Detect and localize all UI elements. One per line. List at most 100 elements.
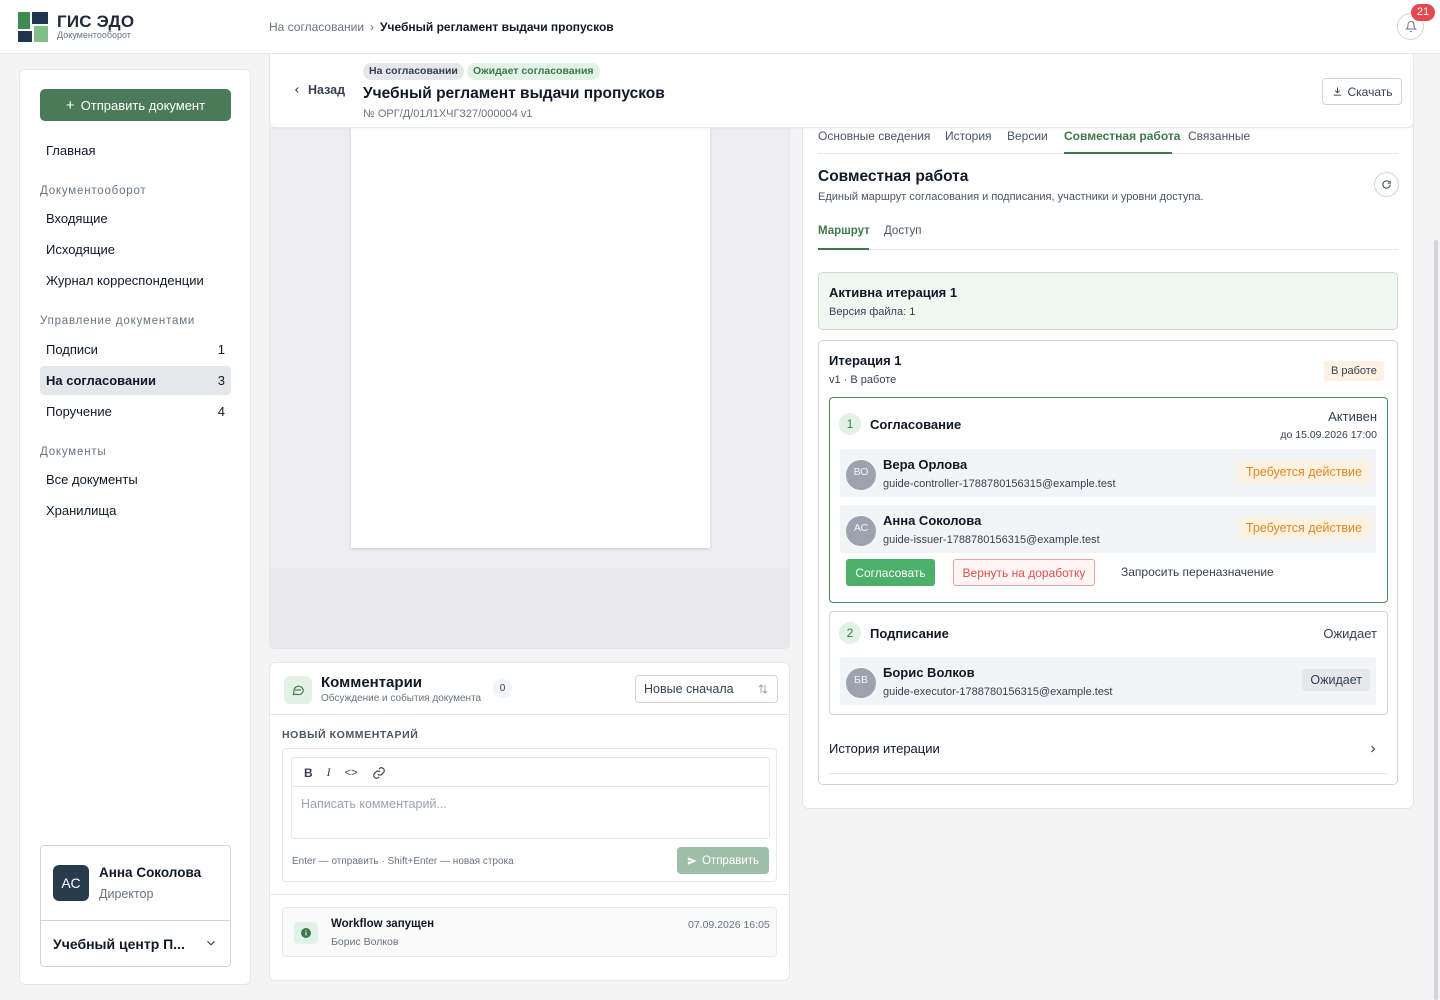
sidebar-item-label: Поручение — [46, 404, 112, 419]
comment-input[interactable]: Написать комментарий... — [291, 786, 770, 839]
stage-approval: 1 Согласование Активен до 15.09.2026 17:… — [829, 397, 1388, 603]
avatar: БВ — [846, 668, 876, 698]
sidebar-item-label: Главная — [46, 143, 96, 158]
send-icon — [687, 856, 697, 865]
bell-icon — [1404, 21, 1417, 32]
sidebar-item-all-documents[interactable]: Все документы — [40, 465, 231, 494]
refresh-button[interactable] — [1374, 172, 1399, 197]
bold-button[interactable]: B — [304, 766, 313, 780]
refresh-icon — [1382, 180, 1391, 189]
iteration-card: Итерация 1 v1 · В работе В работе 1 Согл… — [818, 340, 1398, 785]
sidebar-item-approval[interactable]: На согласовании 3 — [40, 366, 231, 395]
sidebar: + Отправить документ Главная Документооб… — [19, 69, 251, 985]
code-button[interactable]: <> — [345, 767, 358, 779]
tab-general[interactable]: Основные сведения — [818, 129, 930, 143]
scrollbar[interactable] — [1434, 240, 1438, 1000]
comments-subtitle: Обсуждение и события документа — [321, 693, 482, 704]
subtab-route[interactable]: Маршрут — [818, 225, 870, 237]
status-badge: Требуется действие — [1237, 517, 1370, 539]
list-item: БВ Борис Волков guide-executor-178878015… — [840, 657, 1376, 705]
breadcrumb-separator: › — [370, 20, 375, 34]
italic-button[interactable]: I — [327, 765, 331, 780]
sort-label: Новые сначала — [644, 682, 734, 696]
comment-editor: B I <> Написать комментарий... Enter — о… — [282, 748, 777, 882]
return-button[interactable]: Вернуть на доработку — [953, 559, 1095, 586]
sidebar-item-signatures[interactable]: Подписи 1 — [40, 335, 231, 364]
tab-versions[interactable]: Версии — [1007, 129, 1048, 143]
collaboration-panel: Основные сведения История Версии Совмест… — [802, 112, 1414, 809]
document-page — [351, 128, 710, 548]
status-badge: В работе — [1324, 361, 1384, 381]
sidebar-item-assignment[interactable]: Поручение 4 — [40, 397, 231, 426]
active-tab-indicator — [1064, 152, 1172, 154]
stage-status: Ожидает — [1323, 626, 1377, 641]
divider — [41, 920, 230, 921]
brand-subtitle: Документооборот — [57, 30, 131, 40]
sidebar-item-journal[interactable]: Журнал корреспонденции — [40, 266, 231, 295]
avatar: АС — [846, 516, 876, 546]
org-selector[interactable]: Учебный центр П... — [53, 936, 193, 952]
page-title: Учебный регламент выдачи пропусков — [363, 85, 665, 102]
tab-collaboration[interactable]: Совместная работа — [1064, 129, 1180, 143]
send-comment-label: Отправить — [701, 854, 760, 867]
divider — [270, 714, 789, 715]
approve-button[interactable]: Согласовать — [846, 559, 935, 586]
iteration-subtitle: v1 · В работе — [829, 374, 897, 386]
link-icon[interactable] — [372, 766, 386, 780]
list-item: Workflow запущен Борис Волков 07.09.2026… — [282, 907, 777, 957]
breadcrumb-current: Учебный регламент выдачи пропусков — [380, 20, 614, 34]
breadcrumb: На согласовании › Учебный регламент выдачи… — [269, 20, 614, 34]
status-badge: Ожидает — [1302, 669, 1370, 691]
stage-name: Согласование — [870, 417, 962, 432]
plus-icon: + — [65, 96, 75, 114]
sidebar-item-storage[interactable]: Хранилища — [40, 496, 231, 525]
download-icon — [1333, 87, 1341, 96]
chevron-down-icon[interactable] — [204, 936, 218, 950]
stage-status: Активен — [1328, 409, 1377, 424]
participant-name: Анна Соколова — [883, 513, 982, 528]
sidebar-section-title: Управление документами — [40, 315, 196, 327]
avatar: АС — [53, 865, 89, 901]
send-document-button[interactable]: + Отправить документ — [40, 89, 231, 121]
chevron-right-icon[interactable] — [1367, 743, 1379, 755]
sidebar-section-title: Документооборот — [40, 185, 147, 197]
document-header: Назад На согласовании Ожидает согласован… — [269, 54, 1414, 128]
sort-select[interactable]: Новые сначала — [635, 675, 778, 703]
status-badge: Требуется действие — [1237, 461, 1370, 483]
sidebar-item-incoming[interactable]: Входящие — [40, 204, 231, 233]
participant-email: guide-issuer-1788780156315@example.test — [883, 534, 1100, 546]
sidebar-item-count: 1 — [217, 342, 225, 357]
tab-history[interactable]: История — [945, 129, 992, 143]
editor-toolbar: B I <> — [291, 757, 770, 787]
active-subtab-indicator — [818, 248, 869, 250]
download-button[interactable]: Скачать — [1322, 78, 1402, 105]
stage-signing: 2 Подписание Ожидает БВ Борис Волков gui… — [829, 611, 1388, 715]
sidebar-item-home[interactable]: Главная — [40, 136, 231, 165]
stage-number: 1 — [839, 413, 861, 435]
stage-name: Подписание — [870, 626, 949, 641]
user-card: АС Анна Соколова Директор Учебный центр … — [40, 845, 231, 967]
list-item: АС Анна Соколова guide-issuer-1788780156… — [840, 505, 1376, 553]
tab-related[interactable]: Связанные — [1188, 129, 1250, 143]
divider — [818, 249, 1398, 250]
stage-number: 2 — [839, 622, 861, 644]
sidebar-item-label: Журнал корреспонденции — [46, 273, 204, 288]
sidebar-section-title: Документы — [40, 446, 107, 458]
iteration-title: Итерация 1 — [829, 353, 902, 368]
sidebar-item-count: 3 — [217, 373, 225, 388]
comments-title: Комментарии — [321, 674, 423, 691]
sort-icon — [758, 684, 768, 694]
preview-footer — [270, 568, 789, 648]
info-icon — [294, 922, 318, 944]
divider — [829, 773, 1388, 774]
request-reassignment-button[interactable]: Запросить переназначение — [1121, 565, 1274, 579]
sidebar-item-outgoing[interactable]: Исходящие — [40, 235, 231, 264]
send-comment-button[interactable]: Отправить — [677, 847, 769, 874]
back-button[interactable]: Назад — [292, 83, 345, 97]
sidebar-item-label: Хранилища — [46, 503, 117, 518]
document-preview — [269, 128, 790, 649]
iteration-history-toggle[interactable]: История итерации — [829, 741, 940, 756]
comments-count: 0 — [493, 679, 512, 698]
subtab-access[interactable]: Доступ — [884, 225, 921, 237]
breadcrumb-parent[interactable]: На согласовании — [269, 20, 364, 34]
